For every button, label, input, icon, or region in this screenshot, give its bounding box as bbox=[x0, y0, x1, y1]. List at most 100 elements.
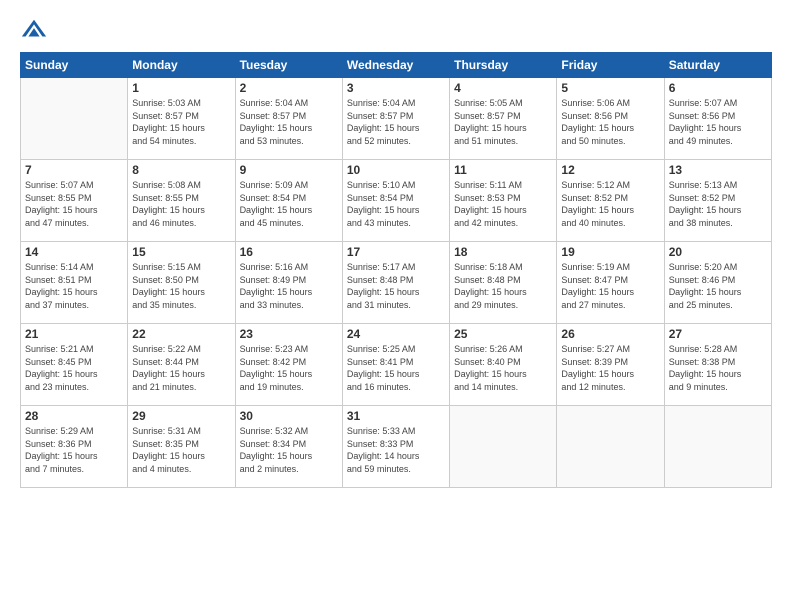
day-number: 1 bbox=[132, 81, 230, 95]
day-number: 31 bbox=[347, 409, 445, 423]
calendar-header-wednesday: Wednesday bbox=[342, 53, 449, 78]
calendar-cell: 7 Sunrise: 5:07 AM Sunset: 8:55 PM Daylig… bbox=[21, 160, 128, 242]
calendar-header-saturday: Saturday bbox=[664, 53, 771, 78]
calendar-cell: 24Sunrise: 5:25 AM Sunset: 8:41 PM Dayli… bbox=[342, 324, 449, 406]
day-info: Sunrise: 5:10 AM Sunset: 8:54 PM Dayligh… bbox=[347, 179, 445, 229]
calendar-cell: 11 Sunrise: 5:11 AM Sunset: 8:53 PM Dayli… bbox=[450, 160, 557, 242]
day-number: 26 bbox=[561, 327, 659, 341]
calendar-cell: 15Sunrise: 5:15 AM Sunset: 8:50 PM Dayli… bbox=[128, 242, 235, 324]
calendar-cell: 12 Sunrise: 5:12 AM Sunset: 8:52 PM Dayli… bbox=[557, 160, 664, 242]
header bbox=[20, 16, 772, 44]
day-number: 13 bbox=[669, 163, 767, 177]
calendar-cell: 26 Sunrise: 5:27 AM Sunset: 8:39 PM Dayli… bbox=[557, 324, 664, 406]
logo bbox=[20, 16, 50, 44]
calendar-cell: 5Sunrise: 5:06 AM Sunset: 8:56 PM Daylig… bbox=[557, 78, 664, 160]
day-number: 3 bbox=[347, 81, 445, 95]
calendar-cell: 13 Sunrise: 5:13 AM Sunset: 8:52 PM Dayli… bbox=[664, 160, 771, 242]
calendar-table: SundayMondayTuesdayWednesdayThursdayFrid… bbox=[20, 52, 772, 488]
calendar-week-1: 7 Sunrise: 5:07 AM Sunset: 8:55 PM Daylig… bbox=[21, 160, 772, 242]
calendar-cell bbox=[557, 406, 664, 488]
day-number: 24 bbox=[347, 327, 445, 341]
day-info: Sunrise: 5:23 AM Sunset: 8:42 PM Dayligh… bbox=[240, 343, 338, 393]
calendar-cell: 14 Sunrise: 5:14 AM Sunset: 8:51 PM Dayli… bbox=[21, 242, 128, 324]
day-number: 16 bbox=[240, 245, 338, 259]
calendar-cell bbox=[664, 406, 771, 488]
calendar-header-row: SundayMondayTuesdayWednesdayThursdayFrid… bbox=[21, 53, 772, 78]
day-info: Sunrise: 5:11 AM Sunset: 8:53 PM Dayligh… bbox=[454, 179, 552, 229]
day-number: 12 bbox=[561, 163, 659, 177]
day-number: 4 bbox=[454, 81, 552, 95]
day-info: Sunrise: 5:27 AM Sunset: 8:39 PM Dayligh… bbox=[561, 343, 659, 393]
day-info: Sunrise: 5:06 AM Sunset: 8:56 PM Dayligh… bbox=[561, 97, 659, 147]
day-info: Sunrise: 5:13 AM Sunset: 8:52 PM Dayligh… bbox=[669, 179, 767, 229]
calendar-header-sunday: Sunday bbox=[21, 53, 128, 78]
calendar-cell: 10 Sunrise: 5:10 AM Sunset: 8:54 PM Dayli… bbox=[342, 160, 449, 242]
page: SundayMondayTuesdayWednesdayThursdayFrid… bbox=[0, 0, 792, 612]
day-number: 9 bbox=[240, 163, 338, 177]
calendar-cell: 31 Sunrise: 5:33 AM Sunset: 8:33 PM Dayli… bbox=[342, 406, 449, 488]
calendar-cell: 22Sunrise: 5:22 AM Sunset: 8:44 PM Dayli… bbox=[128, 324, 235, 406]
day-info: Sunrise: 5:07 AM Sunset: 8:56 PM Dayligh… bbox=[669, 97, 767, 147]
calendar-week-4: 28Sunrise: 5:29 AM Sunset: 8:36 PM Dayli… bbox=[21, 406, 772, 488]
calendar-cell: 21 Sunrise: 5:21 AM Sunset: 8:45 PM Dayli… bbox=[21, 324, 128, 406]
day-number: 20 bbox=[669, 245, 767, 259]
calendar-cell: 25 Sunrise: 5:26 AM Sunset: 8:40 PM Dayli… bbox=[450, 324, 557, 406]
day-info: Sunrise: 5:14 AM Sunset: 8:51 PM Dayligh… bbox=[25, 261, 123, 311]
calendar-cell: 17 Sunrise: 5:17 AM Sunset: 8:48 PM Dayli… bbox=[342, 242, 449, 324]
day-info: Sunrise: 5:04 AM Sunset: 8:57 PM Dayligh… bbox=[240, 97, 338, 147]
day-number: 6 bbox=[669, 81, 767, 95]
calendar-cell: 6 Sunrise: 5:07 AM Sunset: 8:56 PM Daylig… bbox=[664, 78, 771, 160]
calendar-cell: 20 Sunrise: 5:20 AM Sunset: 8:46 PM Dayli… bbox=[664, 242, 771, 324]
day-number: 27 bbox=[669, 327, 767, 341]
calendar-header-thursday: Thursday bbox=[450, 53, 557, 78]
calendar-cell: 16 Sunrise: 5:16 AM Sunset: 8:49 PM Dayli… bbox=[235, 242, 342, 324]
calendar-cell: 8 Sunrise: 5:08 AM Sunset: 8:55 PM Daylig… bbox=[128, 160, 235, 242]
calendar-week-2: 14 Sunrise: 5:14 AM Sunset: 8:51 PM Dayli… bbox=[21, 242, 772, 324]
day-info: Sunrise: 5:07 AM Sunset: 8:55 PM Dayligh… bbox=[25, 179, 123, 229]
calendar-header-friday: Friday bbox=[557, 53, 664, 78]
day-info: Sunrise: 5:17 AM Sunset: 8:48 PM Dayligh… bbox=[347, 261, 445, 311]
calendar-cell bbox=[450, 406, 557, 488]
day-number: 25 bbox=[454, 327, 552, 341]
day-info: Sunrise: 5:19 AM Sunset: 8:47 PM Dayligh… bbox=[561, 261, 659, 311]
day-number: 17 bbox=[347, 245, 445, 259]
logo-icon bbox=[20, 16, 48, 44]
day-number: 10 bbox=[347, 163, 445, 177]
day-info: Sunrise: 5:08 AM Sunset: 8:55 PM Dayligh… bbox=[132, 179, 230, 229]
calendar-cell: 2 Sunrise: 5:04 AM Sunset: 8:57 PM Daylig… bbox=[235, 78, 342, 160]
day-info: Sunrise: 5:03 AM Sunset: 8:57 PM Dayligh… bbox=[132, 97, 230, 147]
calendar-cell: 27 Sunrise: 5:28 AM Sunset: 8:38 PM Dayli… bbox=[664, 324, 771, 406]
calendar-week-0: 1 Sunrise: 5:03 AM Sunset: 8:57 PM Daylig… bbox=[21, 78, 772, 160]
day-info: Sunrise: 5:18 AM Sunset: 8:48 PM Dayligh… bbox=[454, 261, 552, 311]
calendar-cell: 18 Sunrise: 5:18 AM Sunset: 8:48 PM Dayli… bbox=[450, 242, 557, 324]
day-number: 2 bbox=[240, 81, 338, 95]
day-number: 14 bbox=[25, 245, 123, 259]
calendar-cell: 3Sunrise: 5:04 AM Sunset: 8:57 PM Daylig… bbox=[342, 78, 449, 160]
day-info: Sunrise: 5:29 AM Sunset: 8:36 PM Dayligh… bbox=[25, 425, 123, 475]
day-info: Sunrise: 5:31 AM Sunset: 8:35 PM Dayligh… bbox=[132, 425, 230, 475]
day-number: 29 bbox=[132, 409, 230, 423]
day-info: Sunrise: 5:21 AM Sunset: 8:45 PM Dayligh… bbox=[25, 343, 123, 393]
day-info: Sunrise: 5:16 AM Sunset: 8:49 PM Dayligh… bbox=[240, 261, 338, 311]
day-info: Sunrise: 5:33 AM Sunset: 8:33 PM Dayligh… bbox=[347, 425, 445, 475]
day-info: Sunrise: 5:12 AM Sunset: 8:52 PM Dayligh… bbox=[561, 179, 659, 229]
day-info: Sunrise: 5:05 AM Sunset: 8:57 PM Dayligh… bbox=[454, 97, 552, 147]
calendar-cell: 19Sunrise: 5:19 AM Sunset: 8:47 PM Dayli… bbox=[557, 242, 664, 324]
day-number: 8 bbox=[132, 163, 230, 177]
day-info: Sunrise: 5:15 AM Sunset: 8:50 PM Dayligh… bbox=[132, 261, 230, 311]
day-info: Sunrise: 5:28 AM Sunset: 8:38 PM Dayligh… bbox=[669, 343, 767, 393]
calendar-header-tuesday: Tuesday bbox=[235, 53, 342, 78]
day-info: Sunrise: 5:26 AM Sunset: 8:40 PM Dayligh… bbox=[454, 343, 552, 393]
calendar-cell: 1 Sunrise: 5:03 AM Sunset: 8:57 PM Daylig… bbox=[128, 78, 235, 160]
day-number: 11 bbox=[454, 163, 552, 177]
day-info: Sunrise: 5:20 AM Sunset: 8:46 PM Dayligh… bbox=[669, 261, 767, 311]
calendar-cell: 29 Sunrise: 5:31 AM Sunset: 8:35 PM Dayli… bbox=[128, 406, 235, 488]
day-number: 7 bbox=[25, 163, 123, 177]
day-number: 21 bbox=[25, 327, 123, 341]
calendar-cell: 23Sunrise: 5:23 AM Sunset: 8:42 PM Dayli… bbox=[235, 324, 342, 406]
day-info: Sunrise: 5:22 AM Sunset: 8:44 PM Dayligh… bbox=[132, 343, 230, 393]
day-number: 18 bbox=[454, 245, 552, 259]
calendar-cell: 28Sunrise: 5:29 AM Sunset: 8:36 PM Dayli… bbox=[21, 406, 128, 488]
calendar-header-monday: Monday bbox=[128, 53, 235, 78]
calendar-week-3: 21 Sunrise: 5:21 AM Sunset: 8:45 PM Dayli… bbox=[21, 324, 772, 406]
